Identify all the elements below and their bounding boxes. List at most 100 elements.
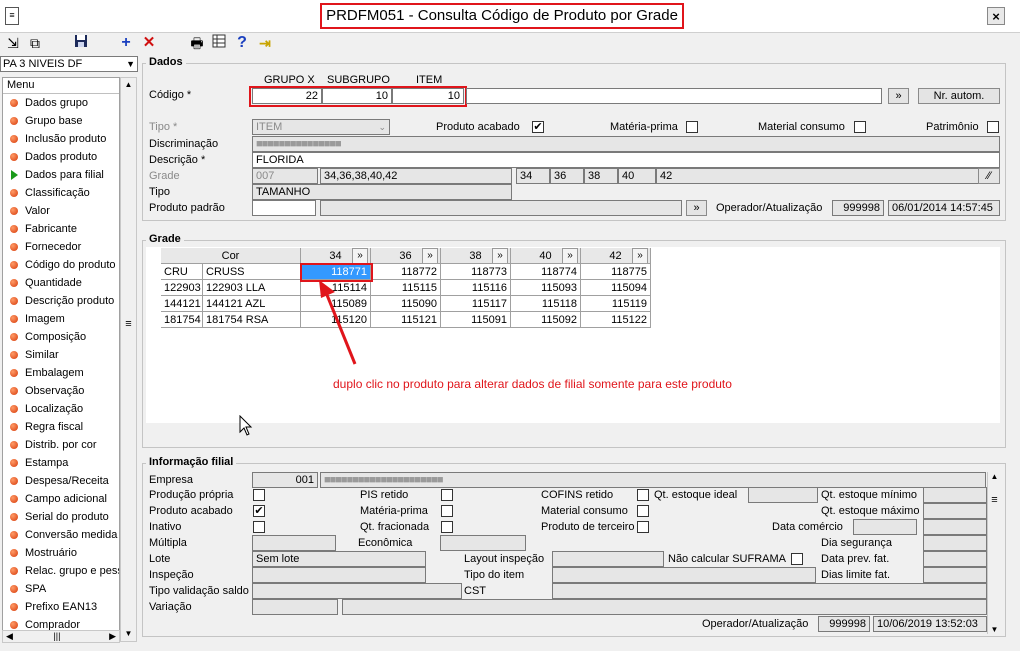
sidebar-item[interactable]: Valor: [3, 202, 119, 220]
producao-propria-checkbox[interactable]: [253, 489, 265, 501]
filial-materia-prima-checkbox[interactable]: [441, 505, 453, 517]
sidebar-item[interactable]: Similar: [3, 346, 119, 364]
inspecao-input[interactable]: [252, 567, 426, 583]
close-button[interactable]: ×: [987, 7, 1005, 25]
produto-padrao-next-button[interactable]: »: [686, 200, 707, 216]
sidebar-item[interactable]: Distrib. por cor: [3, 436, 119, 454]
cst-input[interactable]: [552, 583, 987, 599]
exit-icon[interactable]: ⇥: [256, 34, 274, 52]
descricao-input[interactable]: FLORIDA: [252, 152, 1000, 168]
size-column-button[interactable]: »: [562, 248, 578, 263]
size-column-button[interactable]: »: [632, 248, 648, 263]
size-column-button[interactable]: »: [422, 248, 438, 263]
materia-prima-checkbox[interactable]: [686, 121, 698, 133]
tipo-validacao-saldo-input[interactable]: [252, 583, 462, 599]
codigo-item-input[interactable]: 10: [392, 88, 464, 104]
scroll-up-icon[interactable]: ▲: [988, 472, 1001, 481]
tipo-select[interactable]: ITEM ⌄: [252, 119, 390, 135]
scroll-grip-icon[interactable]: ≡: [122, 317, 135, 331]
sidebar-item[interactable]: Dados para filial: [3, 166, 119, 184]
scroll-down-icon[interactable]: ▼: [988, 625, 1001, 634]
codigo-next-button[interactable]: »: [888, 88, 909, 104]
produto-acabado-checkbox[interactable]: ✔: [532, 121, 544, 133]
grade-header-size[interactable]: 36»: [371, 248, 441, 264]
sidebar-item[interactable]: Estampa: [3, 454, 119, 472]
company-select[interactable]: PA 3 NIVEIS DF ▼: [0, 56, 138, 72]
codigo-subgrupo-input[interactable]: 10: [322, 88, 392, 104]
grade-value-cell[interactable]: 115121: [371, 312, 441, 328]
grade-expand-button[interactable]: ⁄⁄: [978, 168, 1000, 184]
sidebar-item[interactable]: Conversão medida: [3, 526, 119, 544]
dia-seguranca-input[interactable]: [923, 535, 987, 551]
variacao-code[interactable]: [252, 599, 338, 615]
produto-padrao-input[interactable]: [252, 200, 316, 216]
sidebar-item[interactable]: Despesa/Receita: [3, 472, 119, 490]
nr-autom-button[interactable]: Nr. autom.: [918, 88, 1000, 104]
discriminacao-input[interactable]: ■■■■■■■■■■■■■■■: [252, 136, 1000, 152]
delete-icon[interactable]: ✕: [140, 34, 158, 52]
grade-value-cell[interactable]: 115115: [371, 280, 441, 296]
scroll-right-icon[interactable]: ▶: [109, 631, 116, 642]
nao-calcular-suframa-checkbox[interactable]: [791, 553, 803, 565]
grade-value-cell[interactable]: 118775: [581, 264, 651, 280]
grade-value-cell[interactable]: 115090: [371, 296, 441, 312]
add-icon[interactable]: +: [117, 34, 135, 52]
inativo-checkbox[interactable]: [253, 521, 265, 533]
filial-produto-acabado-checkbox[interactable]: ✔: [253, 505, 265, 517]
grade-header-size[interactable]: 38»: [441, 248, 511, 264]
sidebar-item[interactable]: Relac. grupo e pess: [3, 562, 119, 580]
export-icon[interactable]: ⇲: [4, 34, 22, 52]
qt-estoque-ideal-input[interactable]: [748, 487, 818, 503]
empresa-code[interactable]: 001: [252, 472, 318, 488]
grade-value-cell[interactable]: 115116: [441, 280, 511, 296]
sidebar-item[interactable]: Mostruário: [3, 544, 119, 562]
codigo-description-input[interactable]: [466, 88, 882, 104]
print-icon[interactable]: 🖶: [188, 34, 206, 52]
produto-terceiro-checkbox[interactable]: [637, 521, 649, 533]
material-consumo-checkbox[interactable]: [854, 121, 866, 133]
dias-limite-fat-input[interactable]: [923, 567, 987, 583]
lote-input[interactable]: Sem lote: [252, 551, 426, 567]
table-icon[interactable]: [210, 34, 228, 52]
sidebar-item[interactable]: SPA: [3, 580, 119, 598]
sidebar-item[interactable]: Localização: [3, 400, 119, 418]
grade-value-cell[interactable]: 115119: [581, 296, 651, 312]
sidebar-item[interactable]: Quantidade: [3, 274, 119, 292]
pis-retido-checkbox[interactable]: [441, 489, 453, 501]
sidebar-item[interactable]: Fornecedor: [3, 238, 119, 256]
grade-value-cell[interactable]: 118772: [371, 264, 441, 280]
hscroll-grip-icon[interactable]: |||: [53, 631, 60, 641]
grade-value-cell[interactable]: 115091: [441, 312, 511, 328]
grade-value-cell[interactable]: 115094: [581, 280, 651, 296]
copy-icon[interactable]: ⧉: [26, 34, 44, 52]
grade-value-cell[interactable]: 115117: [441, 296, 511, 312]
grade-code-input[interactable]: 007: [252, 168, 318, 184]
grade-sizes-input[interactable]: 34,36,38,40,42: [320, 168, 512, 184]
menu-hscrollbar[interactable]: ◀ ||| ▶: [2, 630, 120, 643]
layout-inspecao-input[interactable]: [552, 551, 664, 567]
data-comercio-input[interactable]: [853, 519, 917, 535]
tipo2-input[interactable]: TAMANHO: [252, 184, 512, 200]
data-prev-fat-input[interactable]: [923, 551, 987, 567]
sidebar-item[interactable]: Classificação: [3, 184, 119, 202]
tipo-item-input[interactable]: [552, 567, 816, 583]
scroll-up-icon[interactable]: ▲: [122, 78, 135, 92]
grade-header-size[interactable]: 42»: [581, 248, 651, 264]
save-icon[interactable]: [72, 34, 90, 52]
grade-value-cell[interactable]: 118773: [441, 264, 511, 280]
sidebar-item[interactable]: Descrição produto: [3, 292, 119, 310]
filial-material-consumo-checkbox[interactable]: [637, 505, 649, 517]
grade-value-cell[interactable]: 115118: [511, 296, 581, 312]
qt-fracionada-checkbox[interactable]: [441, 521, 453, 533]
cofins-retido-checkbox[interactable]: [637, 489, 649, 501]
sidebar-item[interactable]: Serial do produto: [3, 508, 119, 526]
sidebar-item[interactable]: Inclusão produto: [3, 130, 119, 148]
grade-header-size[interactable]: 40»: [511, 248, 581, 264]
scroll-grip-icon[interactable]: ≡: [988, 494, 1001, 506]
sidebar-item[interactable]: Embalagem: [3, 364, 119, 382]
sidebar-item[interactable]: Dados grupo: [3, 94, 119, 112]
filial-scrollbar[interactable]: ▲ ≡ ▼: [987, 472, 1001, 634]
sidebar-item[interactable]: Fabricante: [3, 220, 119, 238]
qt-estoque-minimo-input[interactable]: [923, 487, 987, 503]
sidebar-item[interactable]: Imagem: [3, 310, 119, 328]
